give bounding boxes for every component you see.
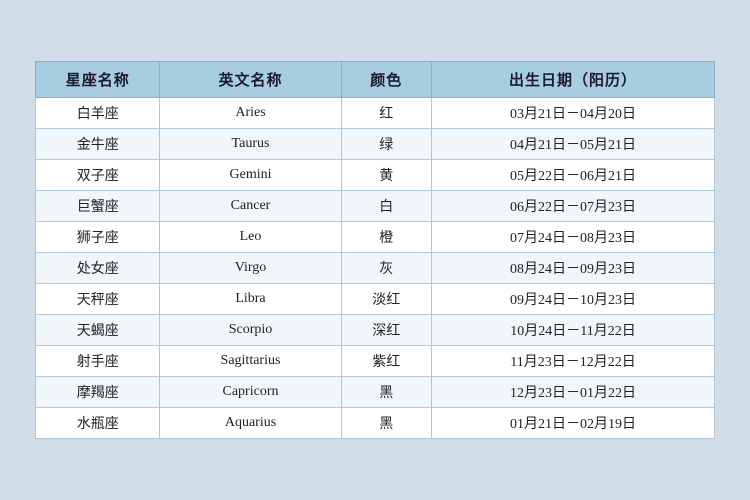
table-row: 水瓶座Aquarius黑01月21日－02月19日	[36, 408, 715, 439]
cell-chinese: 摩羯座	[36, 377, 160, 408]
cell-color: 灰	[341, 253, 432, 284]
cell-chinese: 天蝎座	[36, 315, 160, 346]
cell-color: 紫红	[341, 346, 432, 377]
cell-date: 09月24日－10月23日	[432, 284, 715, 315]
cell-date: 10月24日－11月22日	[432, 315, 715, 346]
table-row: 金牛座Taurus绿04月21日－05月21日	[36, 129, 715, 160]
table-row: 射手座Sagittarius紫红11月23日－12月22日	[36, 346, 715, 377]
cell-chinese: 狮子座	[36, 222, 160, 253]
table-row: 狮子座Leo橙07月24日－08月23日	[36, 222, 715, 253]
table-row: 巨蟹座Cancer白06月22日－07月23日	[36, 191, 715, 222]
cell-english: Virgo	[160, 253, 341, 284]
header-date: 出生日期（阳历）	[432, 62, 715, 98]
cell-color: 黑	[341, 408, 432, 439]
cell-chinese: 水瓶座	[36, 408, 160, 439]
table-row: 处女座Virgo灰08月24日－09月23日	[36, 253, 715, 284]
cell-english: Scorpio	[160, 315, 341, 346]
cell-chinese: 天秤座	[36, 284, 160, 315]
cell-english: Leo	[160, 222, 341, 253]
cell-english: Aries	[160, 98, 341, 129]
cell-english: Aquarius	[160, 408, 341, 439]
cell-date: 03月21日－04月20日	[432, 98, 715, 129]
table-row: 摩羯座Capricorn黑12月23日－01月22日	[36, 377, 715, 408]
header-chinese: 星座名称	[36, 62, 160, 98]
table-row: 双子座Gemini黄05月22日－06月21日	[36, 160, 715, 191]
cell-english: Gemini	[160, 160, 341, 191]
header-color: 颜色	[341, 62, 432, 98]
header-english: 英文名称	[160, 62, 341, 98]
cell-english: Taurus	[160, 129, 341, 160]
cell-english: Sagittarius	[160, 346, 341, 377]
cell-english: Capricorn	[160, 377, 341, 408]
cell-date: 11月23日－12月22日	[432, 346, 715, 377]
cell-chinese: 巨蟹座	[36, 191, 160, 222]
cell-date: 05月22日－06月21日	[432, 160, 715, 191]
table-body: 白羊座Aries红03月21日－04月20日金牛座Taurus绿04月21日－0…	[36, 98, 715, 439]
cell-color: 绿	[341, 129, 432, 160]
cell-color: 红	[341, 98, 432, 129]
cell-chinese: 白羊座	[36, 98, 160, 129]
table-row: 天蝎座Scorpio深红10月24日－11月22日	[36, 315, 715, 346]
cell-date: 08月24日－09月23日	[432, 253, 715, 284]
cell-color: 淡红	[341, 284, 432, 315]
cell-color: 黄	[341, 160, 432, 191]
cell-date: 06月22日－07月23日	[432, 191, 715, 222]
table-header-row: 星座名称 英文名称 颜色 出生日期（阳历）	[36, 62, 715, 98]
cell-english: Libra	[160, 284, 341, 315]
cell-chinese: 双子座	[36, 160, 160, 191]
table-row: 白羊座Aries红03月21日－04月20日	[36, 98, 715, 129]
cell-chinese: 处女座	[36, 253, 160, 284]
cell-date: 07月24日－08月23日	[432, 222, 715, 253]
cell-english: Cancer	[160, 191, 341, 222]
cell-date: 12月23日－01月22日	[432, 377, 715, 408]
cell-date: 01月21日－02月19日	[432, 408, 715, 439]
cell-color: 黑	[341, 377, 432, 408]
cell-color: 深红	[341, 315, 432, 346]
cell-chinese: 金牛座	[36, 129, 160, 160]
main-container: 星座名称 英文名称 颜色 出生日期（阳历） 白羊座Aries红03月21日－04…	[25, 51, 725, 449]
cell-color: 橙	[341, 222, 432, 253]
cell-date: 04月21日－05月21日	[432, 129, 715, 160]
zodiac-table: 星座名称 英文名称 颜色 出生日期（阳历） 白羊座Aries红03月21日－04…	[35, 61, 715, 439]
cell-chinese: 射手座	[36, 346, 160, 377]
cell-color: 白	[341, 191, 432, 222]
table-row: 天秤座Libra淡红09月24日－10月23日	[36, 284, 715, 315]
